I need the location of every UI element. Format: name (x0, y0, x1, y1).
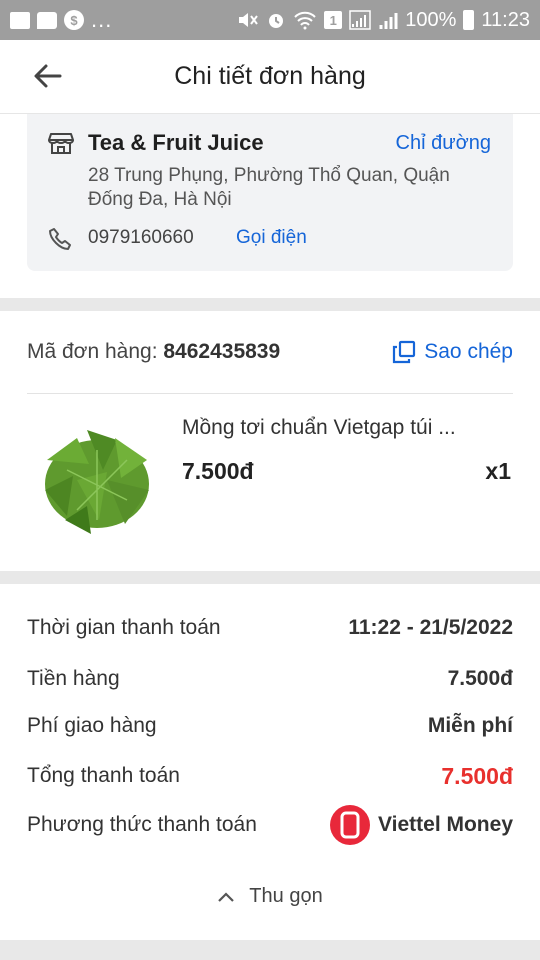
page-title: Chi tiết đơn hàng (174, 62, 366, 90)
order-id-label: Mã đơn hàng: (27, 340, 158, 363)
subtotal-row: Tiền hàng 7.500đ (27, 662, 513, 696)
section-separator (0, 940, 540, 960)
shipping-row: Phí giao hàng Miễn phí (27, 709, 513, 743)
payment-method-label: Phương thức thanh toán (27, 813, 257, 836)
product-image[interactable] (37, 420, 157, 538)
back-arrow-icon[interactable] (32, 60, 64, 92)
status-bar-notifications: $ ... (10, 7, 112, 33)
battery-percent: 100% (405, 8, 457, 31)
mute-icon (239, 13, 259, 27)
copy-icon (393, 340, 416, 364)
divider (27, 393, 513, 394)
directions-link[interactable]: Chỉ đường (396, 132, 491, 155)
signal-icon-sim2 (379, 13, 398, 29)
order-id-row: Mã đơn hàng: 8462435839 Sao chép (27, 340, 513, 364)
gallery-icon (10, 11, 30, 29)
clock: 11:23 (481, 8, 530, 31)
payment-method: Viettel Money (330, 805, 513, 845)
payment-method-value: Viettel Money (378, 813, 513, 836)
money-icon: $ (64, 10, 84, 30)
wifi-icon (294, 11, 316, 30)
payment-method-row: Phương thức thanh toán Viettel Money (27, 805, 513, 845)
total-value: 7.500đ (441, 762, 513, 789)
store-phone: 0979160660 (88, 227, 194, 248)
sim-badge: 1 (324, 11, 343, 29)
message-icon (37, 11, 57, 29)
subtotal-label: Tiền hàng (27, 667, 120, 690)
status-bar-system: 1 100% 11:23 (237, 9, 530, 32)
product-quantity: x1 (485, 458, 511, 484)
subtotal-value: 7.500đ (447, 667, 513, 690)
section-separator (0, 298, 540, 311)
status-bar: $ ... 1 100% 11:23 (0, 0, 540, 40)
payment-time-value: 11:22 - 21/5/2022 (348, 616, 513, 639)
app-bar: Chi tiết đơn hàng (0, 40, 540, 114)
shipping-value: Miễn phí (427, 714, 513, 737)
collapse-label: Thu gọn (249, 885, 323, 907)
shipping-label: Phí giao hàng (27, 714, 157, 737)
call-link[interactable]: Gọi điện (236, 227, 307, 249)
order-id-value: 8462435839 (163, 340, 281, 363)
alarm-icon (269, 14, 284, 28)
payment-time-row: Thời gian thanh toán 11:22 - 21/5/2022 (27, 611, 513, 645)
product-name: Mồng tơi chuẩn Vietgap túi ... (182, 416, 456, 439)
total-label: Tổng thanh toán (27, 764, 180, 787)
order-id-text: Mã đơn hàng: 8462435839 (27, 340, 280, 364)
collapse-button[interactable]: Thu gọn (0, 885, 540, 908)
total-row: Tổng thanh toán 7.500đ (27, 759, 513, 793)
store-icon (48, 133, 74, 154)
store-address: 28 Trung Phụng, Phường Thổ Quan, Quận Đố… (88, 165, 450, 210)
viettel-money-logo-icon (330, 805, 371, 845)
section-separator (0, 571, 540, 584)
product-price: 7.500đ (182, 458, 254, 484)
battery-icon (463, 10, 475, 30)
payment-time-label: Thời gian thanh toán (27, 616, 221, 639)
store-name: Tea & Fruit Juice (88, 130, 264, 155)
phone-icon (49, 228, 71, 250)
store-card: Tea & Fruit Juice Chỉ đường 28 Trung Phụ… (27, 114, 513, 271)
more-notifications: ... (91, 7, 113, 32)
signal-icon-sim1 (349, 10, 372, 30)
copy-button[interactable]: Sao chép (392, 340, 513, 364)
copy-label: Sao chép (424, 340, 513, 363)
chevron-up-icon (218, 891, 235, 902)
